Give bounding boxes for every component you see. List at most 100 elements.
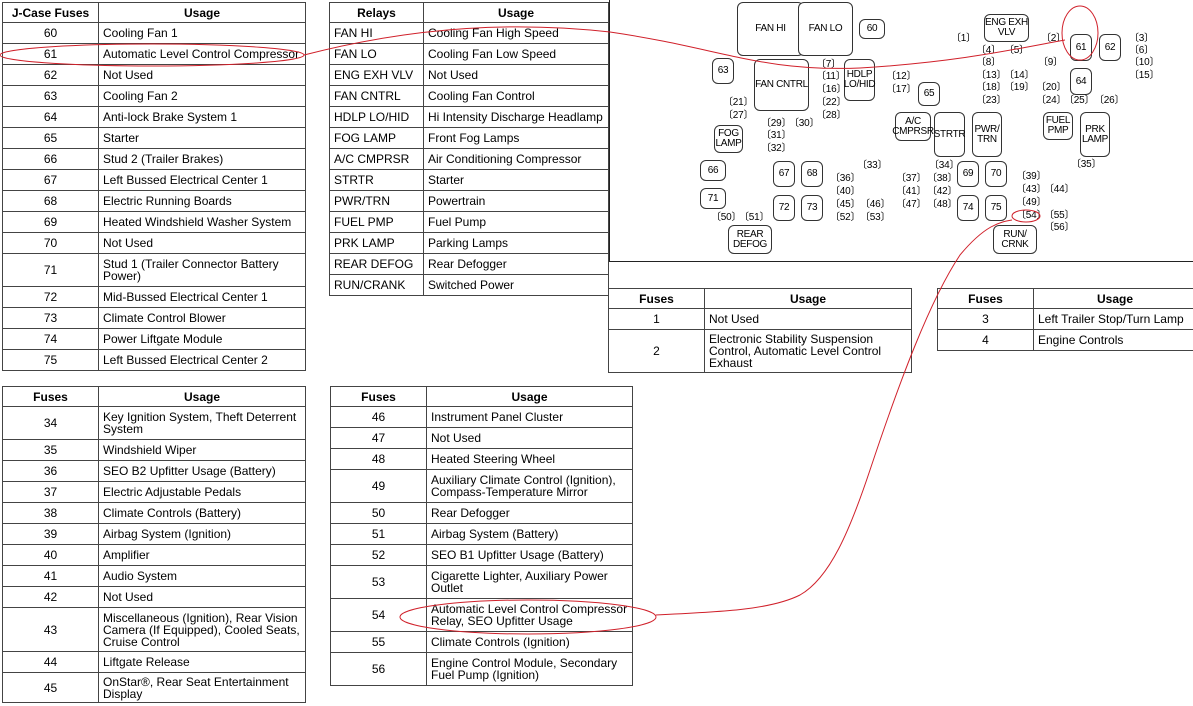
mini-fuse-37: 〔37〕 [896,173,927,184]
usage-cell: Cooling Fan Low Speed [423,43,609,65]
table-row: 65 Starter [2,127,306,149]
table-row: STRTR Starter [329,169,609,191]
usage-cell: Instrument Panel Cluster [426,406,633,428]
table-row: 37 Electric Adjustable Pedals [2,481,306,503]
fuse-id-cell: 67 [2,169,99,191]
column-header: Usage [98,386,306,407]
table-row: 56 Engine Control Module, Secondary Fuel … [330,652,633,686]
mini-fuse-5: 〔5〕 [1004,45,1029,56]
usage-cell: Left Bussed Electrical Center 1 [98,169,306,191]
mini-fuse-35: 〔35〕 [1071,159,1102,170]
mini-fuse-18: 〔18〕 [976,82,1007,93]
relay-ac-cmprsr: A/C CMPRSR [892,112,934,141]
relay-eng-exh: ENG EXH VLV [984,14,1029,42]
usage-cell: Auxiliary Climate Control (Ignition), Co… [426,469,633,503]
mini-fuse-45: 〔45〕 [830,199,861,210]
usage-cell: Cigarette Lighter, Auxiliary Power Outle… [426,565,633,599]
usage-cell: Stud 2 (Trailer Brakes) [98,148,306,170]
usage-cell: Mid-Bussed Electrical Center 1 [98,286,306,308]
usage-cell: Engine Control Module, Secondary Fuel Pu… [426,652,633,686]
usage-cell: Miscellaneous (Ignition), Rear Vision Ca… [98,607,306,652]
mini-fuse-26: 〔26〕 [1094,95,1125,106]
relay-prk-lamp: PRK LAMP [1080,112,1110,157]
fuse-id-cell: ENG EXH VLV [329,64,424,86]
mini-fuse-13: 〔13〕 [976,70,1007,81]
fuse-id-cell: 69 [2,211,99,233]
mini-fuse-50: 〔50〕 [711,212,742,223]
mini-fuse-46: 〔46〕 [860,199,891,210]
fuse-id-cell: 55 [330,631,427,653]
table-row: FAN HI Cooling Fan High Speed [329,22,609,44]
table-row: ENG EXH VLV Not Used [329,64,609,86]
mini-fuse-53: 〔53〕 [860,212,891,223]
mini-fuse-9: 〔9〕 [1038,57,1063,68]
mini-fuse-28: 〔28〕 [816,110,847,121]
table-row: 69 Heated Windshield Washer System [2,211,306,233]
table-row: 44 Liftgate Release [2,651,306,673]
mini-fuse-55: 〔55〕 [1044,210,1075,221]
fuse-70: 70 [985,161,1007,187]
fuse-68: 68 [801,161,823,187]
column-header: Usage [98,2,306,23]
fuse-72: 72 [773,195,795,221]
fuse-id-cell: 74 [2,328,99,350]
mini-fuse-11: 〔11〕 [816,71,846,82]
fuse-id-cell: 43 [2,607,99,652]
mini-fuse-31: 〔31〕 [761,130,792,141]
relays-table: Relays Usage FAN HI Cooling Fan High Spee… [329,2,609,296]
table-row: 52 SEO B1 Upfitter Usage (Battery) [330,544,633,566]
usage-cell: Electric Running Boards [98,190,306,212]
table-row: 61 Automatic Level Control Compressor [2,43,306,65]
table-row: 70 Not Used [2,232,306,254]
mini-fuse-25: 〔25〕 [1064,95,1095,106]
mini-fuse-7: 〔7〕 [816,59,841,70]
usage-cell: Left Trailer Stop/Turn Lamp [1033,308,1193,330]
usage-cell: Heated Steering Wheel [426,448,633,470]
fuse-id-cell: 44 [2,651,99,673]
mini-fuse-47: 〔47〕 [896,199,927,210]
fuse-id-cell: STRTR [329,169,424,191]
fuse-63: 63 [712,58,734,84]
column-header: Usage [1033,288,1193,309]
table-row: 2 Electronic Stability Suspension Control… [608,329,912,373]
table-row: 51 Airbag System (Battery) [330,523,633,545]
mini-fuse-2: 〔2〕 [1041,33,1066,44]
mini-fuse-33: 〔33〕 [857,160,888,171]
table-row: 67 Left Bussed Electrical Center 1 [2,169,306,191]
fuse-id-cell: 42 [2,586,99,608]
relay-hdlp: HDLP LO/HID [844,59,876,101]
mini-fuse-23: 〔23〕 [976,95,1007,106]
fuse-74: 74 [957,195,979,221]
table-row: 4 Engine Controls [937,329,1193,351]
mini-fuse-10: 〔10〕 [1129,57,1160,68]
usage-cell: Cooling Fan Control [423,85,609,107]
fuse-id-cell: 64 [2,106,99,128]
fuse-75: 75 [985,195,1007,221]
mini-fuse-22: 〔22〕 [816,97,847,108]
fuse-id-cell: 65 [2,127,99,149]
fuse-id-cell: 52 [330,544,427,566]
fuse-id-cell: 62 [2,64,99,86]
table-row: 73 Climate Control Blower [2,307,306,329]
fuse-id-cell: PRK LAMP [329,232,424,254]
table-row: FOG LAMP Front Fog Lamps [329,127,609,149]
table-row: 75 Left Bussed Electrical Center 2 [2,349,306,371]
mini-fuse-38: 〔38〕 [927,173,958,184]
fuse-id-cell: 1 [608,308,705,330]
usage-cell: Hi Intensity Discharge Headlamp [423,106,609,128]
table-row: 1 Not Used [608,308,912,330]
fuse-62: 62 [1099,34,1121,61]
mini-fuse-12: 〔12〕 [886,71,917,82]
mini-fuse-24: 〔24〕 [1036,95,1067,106]
usage-cell: Airbag System (Ignition) [98,523,306,545]
usage-cell: Parking Lamps [423,232,609,254]
mini-fuse-19: 〔19〕 [1004,82,1035,93]
fuse-id-cell: PWR/TRN [329,190,424,212]
table-row: 46 Instrument Panel Cluster [330,406,633,428]
table-row: PWR/TRN Powertrain [329,190,609,212]
usage-cell: SEO B2 Upfitter Usage (Battery) [98,460,306,482]
mini-fuse-42: 〔42〕 [927,186,958,197]
column-header: Fuses [937,288,1034,309]
table-row: 34 Key Ignition System, Theft Deterrent S… [2,406,306,440]
fuse-71: 71 [700,188,726,209]
